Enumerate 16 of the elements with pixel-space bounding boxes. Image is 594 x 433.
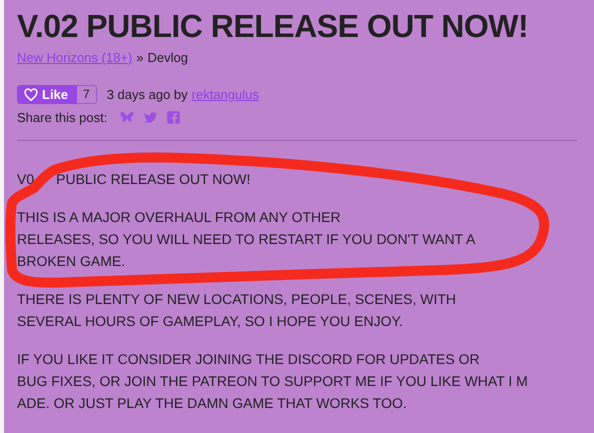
like-count: 7 bbox=[77, 85, 97, 104]
bird-icon[interactable] bbox=[143, 110, 158, 124]
post-paragraph: IF YOU LIKE IT CONSIDER JOINING THE DISCORD FOR UPDATES OR BUG FIXES, OR JOIN THE PATREON TO SUPPORT ME IF YOU LIKE WHAT I M ADE. OR JUST PLAY THE DAMN GAME THAT WORKS TOO. bbox=[17, 350, 529, 413]
breadcrumb-separator: » bbox=[136, 50, 144, 65]
post-paragraph: PUBLIC RELEASE OUT NOW! bbox=[56, 170, 250, 189]
post-title: V.02 PUBLIC RELEASE OUT NOW! bbox=[17, 7, 530, 46]
game-link[interactable]: New Horizons (18+) bbox=[17, 50, 132, 65]
author-link[interactable]: rektangulus bbox=[192, 87, 259, 102]
share-label: Share this post: bbox=[17, 110, 108, 125]
post-paragraph: V0 bbox=[17, 170, 34, 189]
post-paragraph: THIS IS A MAJOR OVERHAUL FROM ANY OTHER RELEASES, SO YOU WILL NEED TO RESTART IF YOU DON'T WANT A BROKEN GAME. bbox=[17, 208, 476, 271]
post-date: 3 days ago by bbox=[106, 87, 188, 102]
post-paragraph: THERE IS PLENTY OF NEW LOCATIONS, PEOPLE, SCENES, WITH SEVERAL HOURS OF GAMEPLAY, SO I HOPE YOU ENJOY. bbox=[17, 290, 458, 331]
breadcrumb-current: Devlog bbox=[147, 50, 188, 65]
like-button[interactable]: Like bbox=[17, 85, 78, 104]
heart-icon bbox=[24, 88, 38, 102]
